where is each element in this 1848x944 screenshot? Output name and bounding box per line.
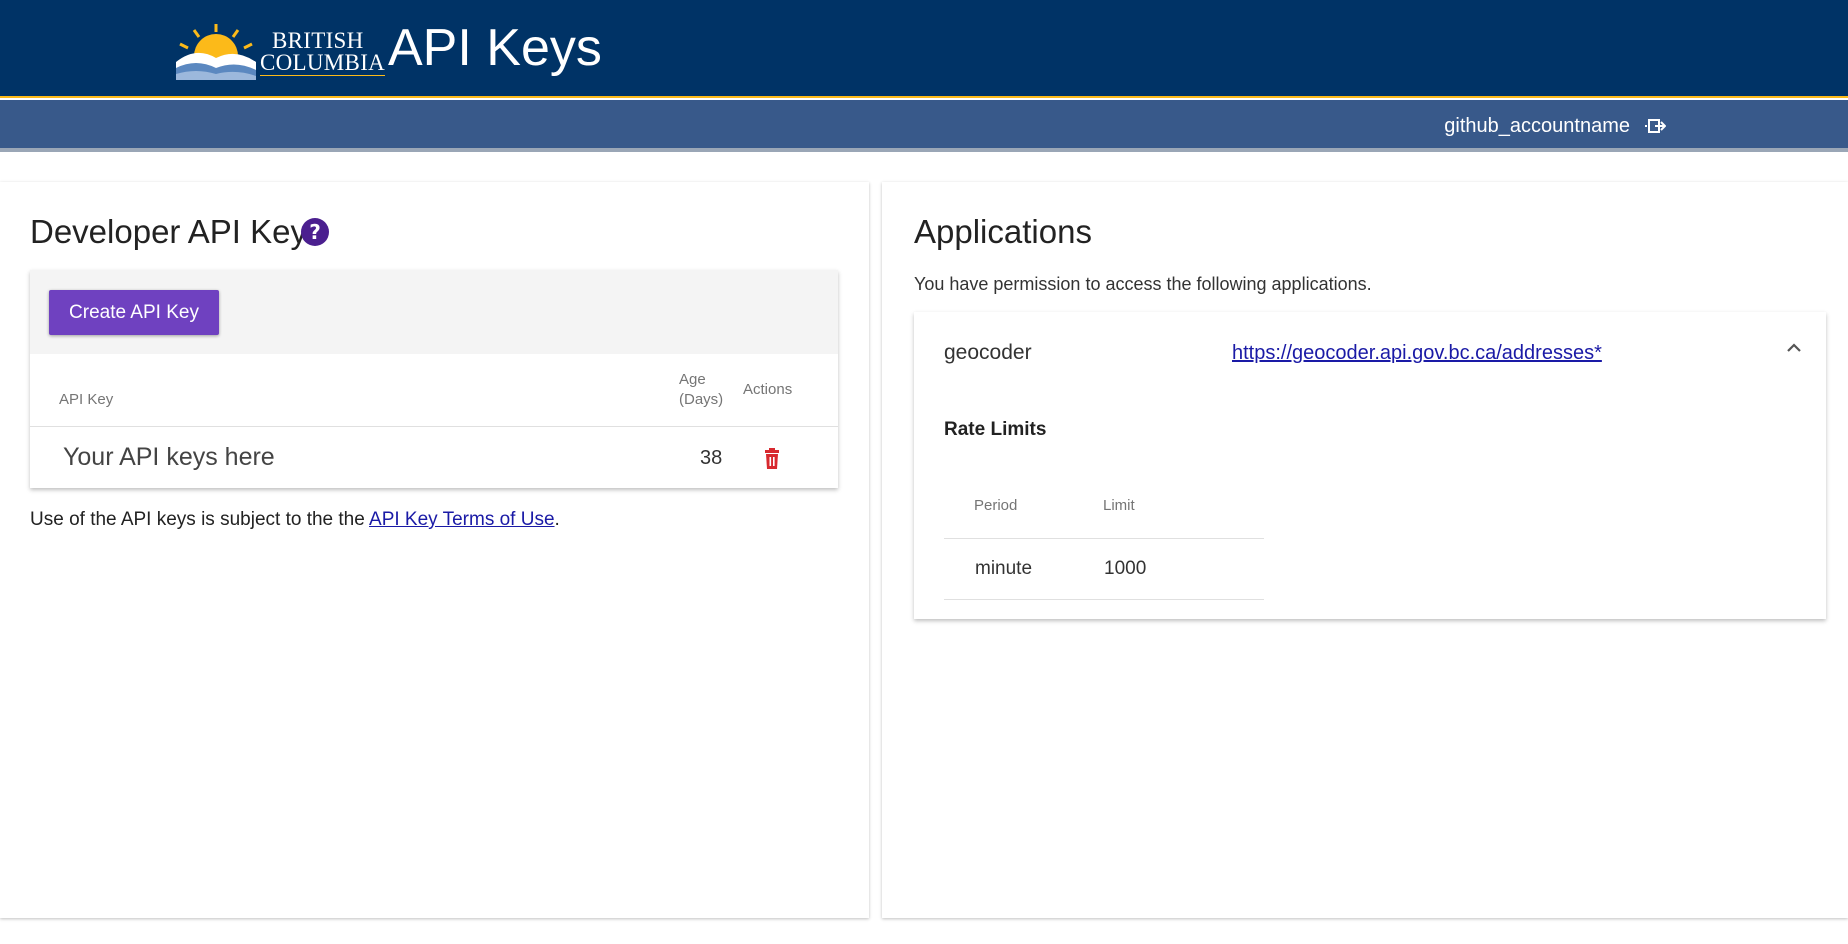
api-keys-table: Create API Key API Key Age (Days) Action…	[30, 270, 838, 488]
question-circle-icon[interactable]: ?	[300, 217, 330, 247]
chevron-up-icon[interactable]	[1784, 338, 1804, 358]
bc-gov-logo[interactable]: BRITISH COLUMBIA	[176, 22, 386, 80]
table-divider	[30, 426, 838, 427]
rate-period: minute	[975, 558, 1033, 579]
column-header-age-line2: (Days)	[679, 391, 724, 408]
applications-title: Applications	[914, 213, 1092, 250]
logout-icon[interactable]	[1644, 115, 1666, 137]
rate-limits-title: Rate Limits	[944, 419, 1047, 440]
column-header-age-line1: Age	[679, 371, 706, 388]
create-api-key-button[interactable]: Create API Key	[49, 290, 219, 335]
rate-header-limit: Limit	[1103, 497, 1135, 514]
column-header-api-key: API Key	[59, 391, 114, 408]
terms-prefix: Use of the API keys is subject to the th…	[30, 509, 370, 530]
terms-suffix: .	[554, 509, 560, 530]
username-label: github_accountname	[1444, 115, 1630, 137]
user-bar: github_accountname	[0, 100, 1848, 152]
api-key-value: Your API keys here	[63, 443, 275, 471]
application-panel-geocoder: geocoder https://geocoder.api.gov.bc.ca/…	[914, 312, 1826, 619]
application-url-link[interactable]: https://geocoder.api.gov.bc.ca/addresses…	[1232, 340, 1602, 366]
svg-text:?: ?	[309, 220, 321, 244]
terms-notice: Use of the API keys is subject to the th…	[30, 508, 560, 532]
rate-table-divider	[944, 538, 1264, 539]
developer-api-key-card: Developer API Key ? Create API Key API K…	[0, 182, 869, 918]
permission-text: You have permission to access the follow…	[914, 274, 1372, 294]
logo-line-2: COLUMBIA	[260, 50, 386, 76]
rate-table-bottom-border	[944, 599, 1264, 600]
rate-limit: 1000	[1104, 558, 1147, 579]
application-name[interactable]: geocoder	[944, 340, 1032, 366]
bc-sun-logo-icon	[176, 24, 256, 80]
api-key-age: 38	[700, 447, 723, 469]
developer-api-key-title: Developer API Key	[30, 213, 307, 250]
top-header: BRITISH COLUMBIA API Keys	[0, 0, 1848, 98]
keys-toolbar: Create API Key	[30, 270, 838, 354]
logo-wordmark: BRITISH COLUMBIA	[260, 28, 386, 76]
applications-card: Applications You have permission to acce…	[882, 182, 1848, 918]
terms-of-use-link[interactable]: API Key Terms of Use	[369, 509, 555, 530]
trash-icon[interactable]	[762, 448, 782, 470]
column-header-actions: Actions	[743, 381, 793, 398]
rate-header-period: Period	[974, 497, 1018, 514]
logo-line-1: BRITISH	[272, 28, 364, 53]
app-title: API Keys	[388, 19, 602, 77]
